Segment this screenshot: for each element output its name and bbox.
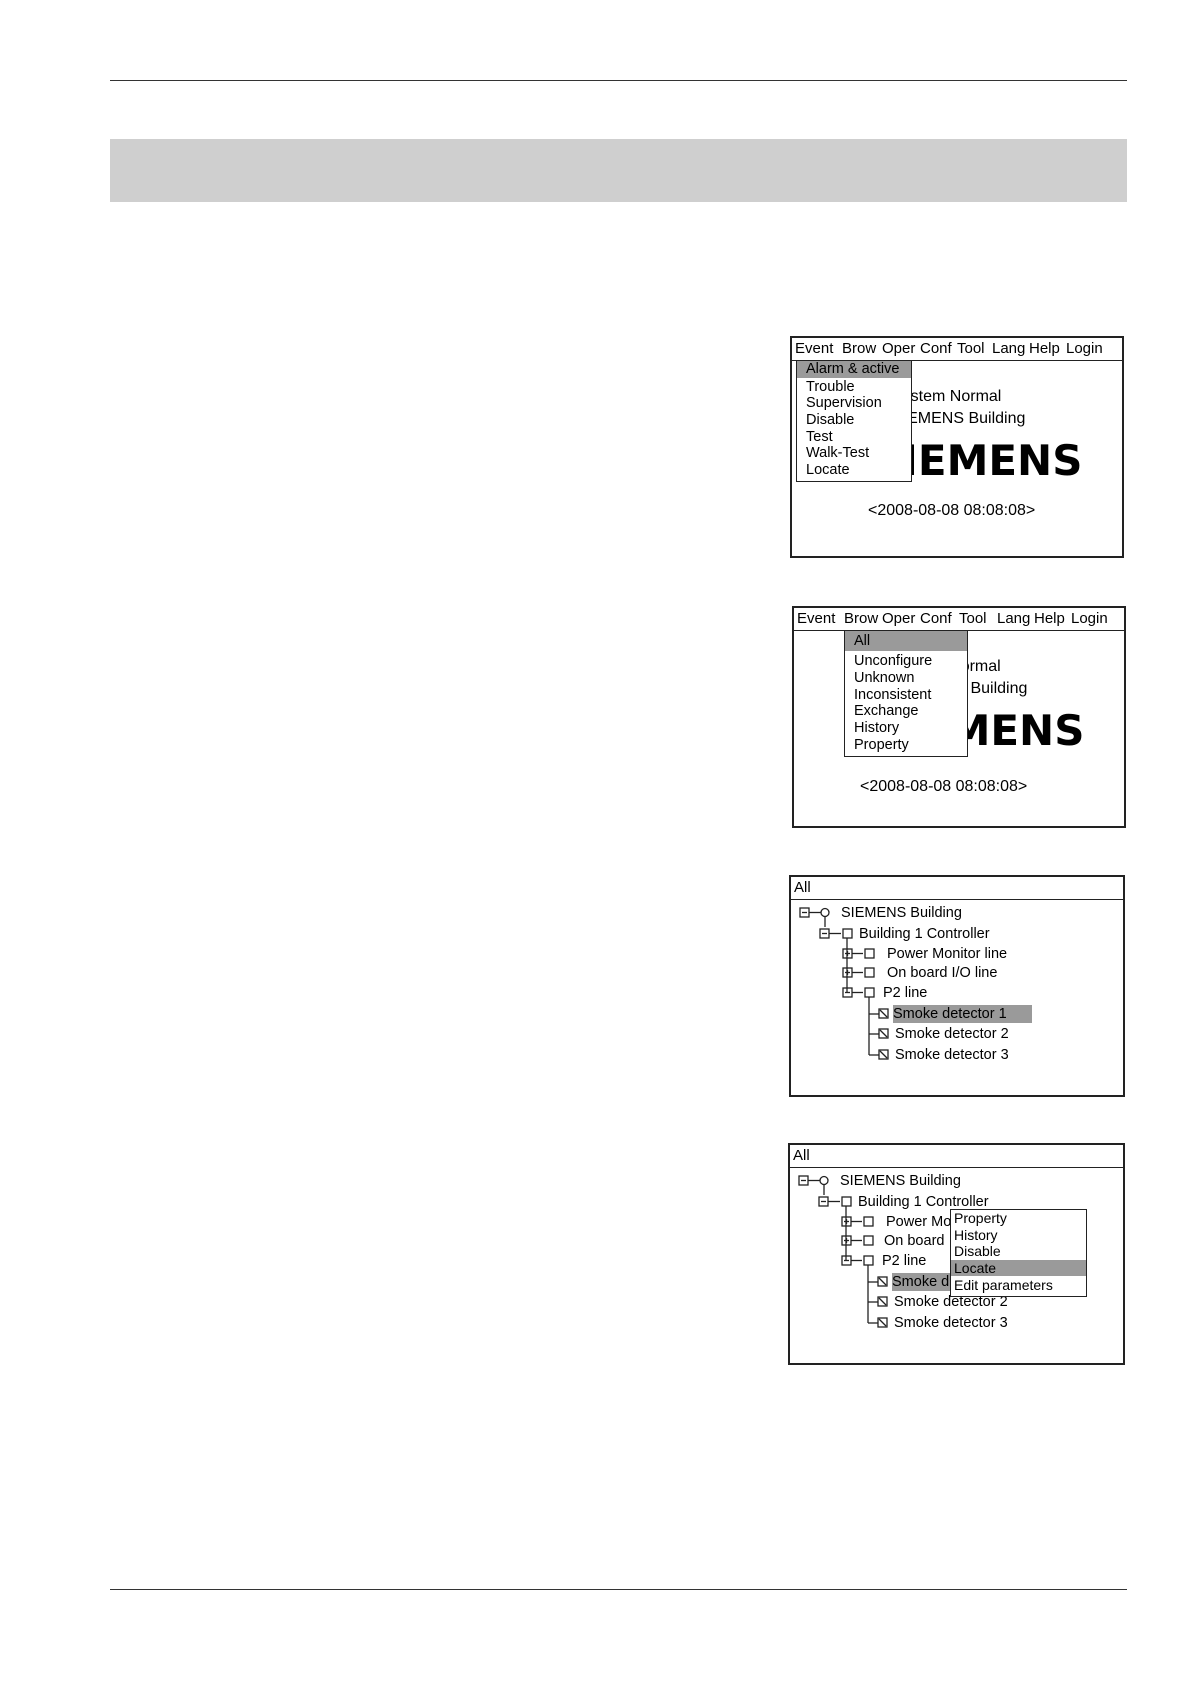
context-item-property[interactable]: Property [951,1210,1086,1226]
footer-rule [110,1589,1127,1590]
menu-conf[interactable]: Conf [920,338,952,360]
context-item-history[interactable]: History [951,1227,1086,1243]
panel-screen-tree-context-menu: All SIEMENS Building Building 1 Controll… [788,1143,1125,1365]
site-icon [820,907,830,918]
section-heading-band [110,139,1127,202]
building-name: SIEMENS Building [892,410,1026,427]
menu-item-alarm-active[interactable]: Alarm & active [797,361,911,378]
menu-item-exchange[interactable]: Exchange [845,703,967,720]
tree-node-smoke-detector-1[interactable]: Smoke d [892,1273,958,1291]
menu-bar: Event Brow Oper Conf Tool Lang Help Logi… [794,608,1124,631]
menu-brow[interactable]: Brow [842,338,876,360]
menu-lang[interactable]: Lang [992,338,1025,360]
tree-node-smoke-detector-3[interactable]: Smoke detector 3 [894,1314,1008,1332]
context-item-locate[interactable]: Locate [951,1260,1086,1276]
context-item-disable[interactable]: Disable [951,1243,1086,1259]
tree-node-siemens-building[interactable]: SIEMENS Building [840,1172,961,1190]
panel-screen-browse-menu: Event Brow Oper Conf Tool Lang Help Logi… [792,606,1126,828]
datetime: <2008-08-08 08:08:08> [860,778,1028,795]
menu-event[interactable]: Event [795,338,833,360]
menu-login[interactable]: Login [1066,338,1103,360]
menu-item-inconsistent[interactable]: Inconsistent [845,687,967,704]
tree-node-p2-line[interactable]: P2 line [883,984,927,1002]
event-dropdown: Alarm & active Trouble Supervision Disab… [796,360,912,482]
menu-conf[interactable]: Conf [920,608,952,630]
menu-tool[interactable]: Tool [957,338,985,360]
menu-item-unknown[interactable]: Unknown [845,670,967,687]
tree-node-power-monitor-line[interactable]: Power Monitor line [887,945,1007,963]
menu-tool[interactable]: Tool [959,608,987,630]
menu-item-test[interactable]: Test [797,429,911,446]
menu-item-walk-test[interactable]: Walk-Test [797,445,911,462]
header-rule [110,80,1127,81]
tree-node-p2-line[interactable]: P2 line [882,1252,926,1270]
menu-help[interactable]: Help [1029,338,1060,360]
tree-node-smoke-detector-2[interactable]: Smoke detector 2 [895,1025,1009,1043]
datetime: <2008-08-08 08:08:08> [868,502,1036,519]
tree-node-on-board-io-line[interactable]: On board I/O line [887,964,997,982]
menu-item-unconfigure[interactable]: Unconfigure [845,653,967,670]
menu-brow[interactable]: Brow [844,608,878,630]
menu-item-property[interactable]: Property [845,737,967,754]
tree-node-smoke-detector-1[interactable]: Smoke detector 1 [893,1005,1032,1023]
menu-item-locate[interactable]: Locate [797,462,911,479]
panel-screen-tree: All SIEMENS Building Building 1 Controll… [789,875,1125,1097]
menu-item-supervision[interactable]: Supervision [797,395,911,412]
menu-item-all[interactable]: All [845,631,967,651]
tree-node-siemens-building[interactable]: SIEMENS Building [841,904,962,922]
tree-node-smoke-detector-3[interactable]: Smoke detector 3 [895,1046,1009,1064]
context-item-edit-parameters[interactable]: Edit parameters [951,1277,1086,1293]
menu-item-history[interactable]: History [845,720,967,737]
menu-oper[interactable]: Oper [882,608,915,630]
tree-node-building-1-controller[interactable]: Building 1 Controller [859,925,990,943]
browse-dropdown: All Unconfigure Unknown Inconsistent Exc… [844,630,968,757]
menu-help[interactable]: Help [1034,608,1065,630]
tree-context-menu: Property History Disable Locate Edit par… [950,1209,1087,1297]
tree-node-on-board-io-line[interactable]: On board [884,1232,944,1250]
menu-bar: Event Brow Oper Conf Tool Lang Help Logi… [792,338,1122,361]
menu-event[interactable]: Event [797,608,835,630]
panel-screen-event-menu: Event Brow Oper Conf Tool Lang Help Logi… [790,336,1124,558]
menu-item-trouble[interactable]: Trouble [797,379,911,396]
menu-login[interactable]: Login [1071,608,1108,630]
tree-node-power-monitor-line[interactable]: Power Mo [886,1213,951,1231]
menu-lang[interactable]: Lang [997,608,1030,630]
menu-item-disable[interactable]: Disable [797,412,911,429]
menu-oper[interactable]: Oper [882,338,915,360]
